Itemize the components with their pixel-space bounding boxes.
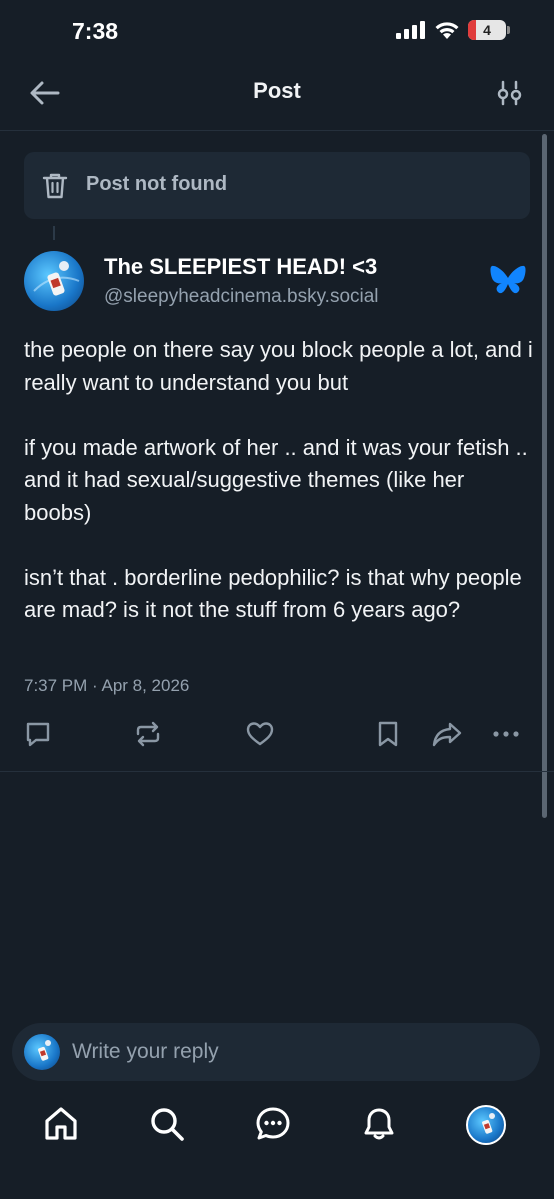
nav-notifications[interactable] xyxy=(359,1104,399,1144)
home-icon xyxy=(45,1107,77,1140)
reply-input-placeholder[interactable]: Write your reply xyxy=(72,1040,219,1064)
share-button[interactable] xyxy=(431,718,463,750)
more-options-button[interactable] xyxy=(490,718,522,750)
battery-icon: 4 xyxy=(468,20,506,40)
battery-level: 4 xyxy=(483,22,491,38)
more-icon xyxy=(493,731,519,737)
notifications-icon xyxy=(364,1108,394,1140)
bookmark-button[interactable] xyxy=(372,718,404,750)
wifi-icon xyxy=(435,22,459,39)
like-icon xyxy=(246,722,274,746)
share-icon xyxy=(432,722,462,747)
post-timestamp: 7:37 PM · Apr 8, 2026 xyxy=(24,676,190,695)
chat-icon xyxy=(256,1107,290,1140)
nav-search[interactable] xyxy=(147,1104,187,1144)
reply-icon xyxy=(26,722,50,747)
reply-avatar xyxy=(24,1034,60,1070)
page-title: Post xyxy=(253,78,301,103)
profile-avatar[interactable] xyxy=(466,1105,506,1145)
post-paragraph: isn’t that . borderline pedophilic? is t… xyxy=(24,564,522,623)
like-button[interactable] xyxy=(244,718,276,750)
search-icon xyxy=(151,1108,184,1141)
header-divider xyxy=(0,130,554,131)
nav-home[interactable] xyxy=(41,1104,81,1144)
post-not-found-text: Post not found xyxy=(86,173,228,195)
nav-chat[interactable] xyxy=(253,1104,293,1144)
thread-settings-button[interactable] xyxy=(496,78,524,108)
status-icons: 4 xyxy=(396,20,510,40)
repost-button[interactable] xyxy=(132,718,164,750)
post-divider xyxy=(0,771,554,772)
author-avatar[interactable] xyxy=(24,251,84,311)
post-paragraph: if you made artwork of her .. and it was… xyxy=(24,434,528,525)
repost-icon xyxy=(136,721,160,747)
reply-button[interactable] xyxy=(22,718,54,750)
post-paragraph: the people on there say you block people… xyxy=(24,337,533,395)
post-text: the people on there say you block people… xyxy=(24,334,534,659)
scrollbar[interactable] xyxy=(542,134,547,818)
status-time: 7:38 xyxy=(72,18,119,44)
bluesky-butterfly-icon xyxy=(490,263,526,297)
bookmark-icon xyxy=(378,721,398,747)
signal-icon xyxy=(396,21,425,39)
thread-line xyxy=(53,226,55,240)
author-handle[interactable]: @sleepyheadcinema.bsky.social xyxy=(104,286,379,308)
tune-icon xyxy=(497,80,522,106)
trash-icon xyxy=(42,172,68,200)
author-name[interactable]: The SLEEPIEST HEAD! <3 xyxy=(104,254,377,280)
